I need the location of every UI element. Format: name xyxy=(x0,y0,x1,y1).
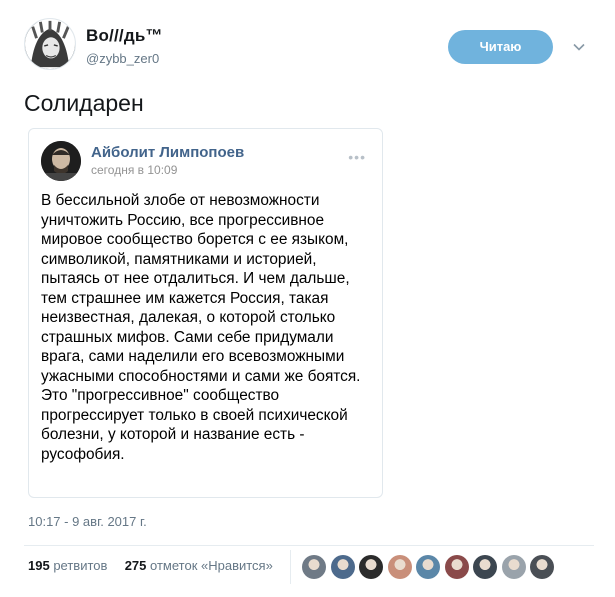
stats-separator xyxy=(290,550,291,584)
more-icon: ••• xyxy=(348,149,366,165)
post-author-avatar xyxy=(41,141,81,181)
author-avatar[interactable] xyxy=(24,18,76,70)
liker-avatar[interactable] xyxy=(501,555,526,579)
liker-avatar[interactable] xyxy=(416,555,440,579)
post-author-name: Айболит Лимпопоев xyxy=(91,144,245,161)
chevron-down-icon[interactable] xyxy=(572,40,586,54)
liker-avatar[interactable] xyxy=(302,555,326,579)
follow-button[interactable]: Читаю xyxy=(448,30,553,64)
retweets-label[interactable]: ретвитов xyxy=(53,558,107,573)
tweet-header: Во///дь™ @zybb_zer0 Читаю xyxy=(24,18,594,74)
author-avatar-image xyxy=(25,19,75,69)
likes-count[interactable]: 275 xyxy=(125,558,147,573)
liker-avatar[interactable] xyxy=(530,555,554,579)
post-author-avatar-image xyxy=(41,141,81,181)
tweet-stats: 195 ретвитов 275 отметок «Нравится» xyxy=(28,558,273,573)
liker-avatar[interactable] xyxy=(359,555,383,579)
likers-avatars xyxy=(302,555,559,581)
author-handle[interactable]: @zybb_zer0 xyxy=(86,51,159,66)
divider xyxy=(24,545,594,546)
liker-avatar[interactable] xyxy=(473,555,497,579)
retweets-count[interactable]: 195 xyxy=(28,558,50,573)
liker-avatar[interactable] xyxy=(387,555,412,579)
tweet-text: Солидарен xyxy=(24,90,144,116)
liker-avatar[interactable] xyxy=(444,555,469,579)
likes-label[interactable]: отметок «Нравится» xyxy=(150,558,273,573)
liker-avatar[interactable] xyxy=(330,555,355,579)
post-time: сегодня в 10:09 xyxy=(91,163,178,177)
post-body: В бессильной злобе от невозможности унич… xyxy=(41,192,361,463)
author-name[interactable]: Во///дь™ xyxy=(86,26,163,46)
tweet-timestamp[interactable]: 10:17 - 9 авг. 2017 г. xyxy=(28,514,147,529)
embedded-post-screenshot: Айболит Лимпопоев сегодня в 10:09 ••• В … xyxy=(28,128,383,498)
